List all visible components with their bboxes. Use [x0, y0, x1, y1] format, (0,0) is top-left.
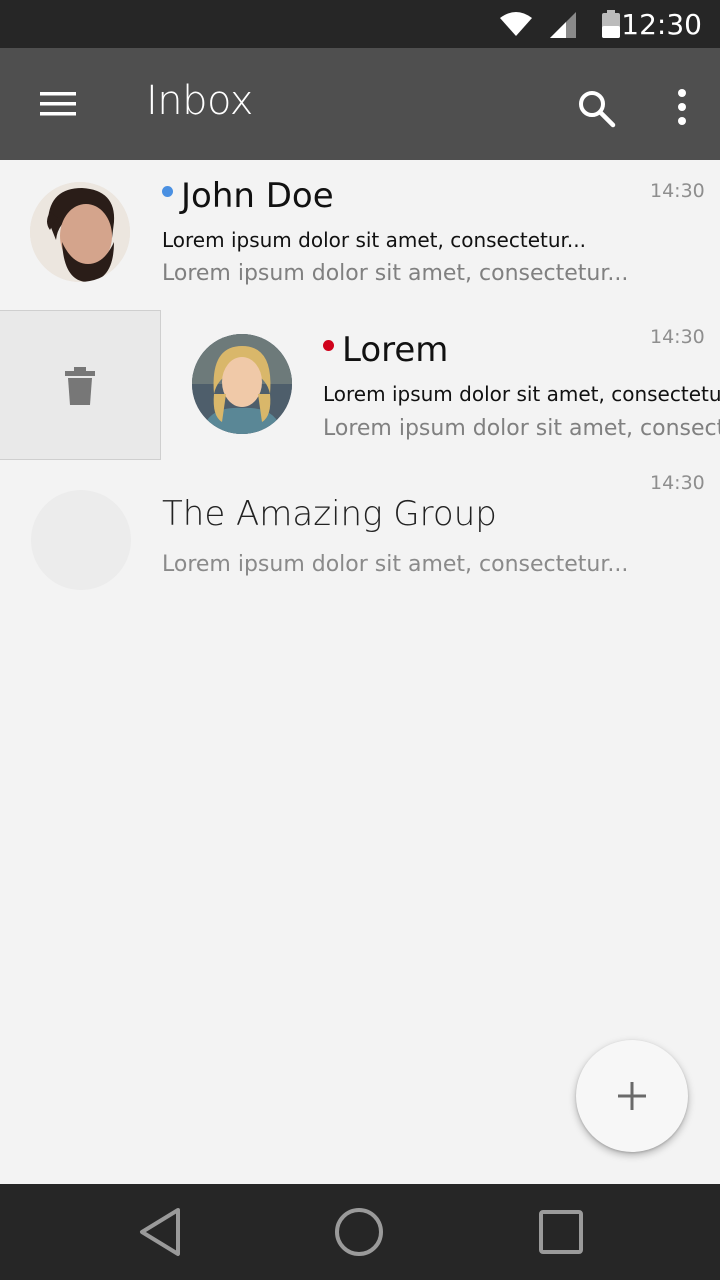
- message-preview: Lorem ipsum dolor sit amet, consectetur.…: [323, 416, 720, 441]
- home-icon: [331, 1208, 387, 1264]
- sender-name: The Amazing Group: [162, 494, 497, 534]
- recents-icon: [533, 1210, 589, 1264]
- wifi-icon: [500, 12, 532, 41]
- message-row-swiped[interactable]: Lorem 14:30 Lorem ipsum dolor sit amet, …: [162, 310, 720, 460]
- message-row[interactable]: John Doe 14:30 Lorem ipsum dolor sit ame…: [0, 160, 720, 310]
- unread-dot: [162, 186, 173, 197]
- trash-icon: [62, 367, 98, 411]
- compose-button[interactable]: [576, 1040, 688, 1152]
- back-button[interactable]: [132, 1204, 188, 1260]
- more-options-button[interactable]: [664, 84, 700, 132]
- status-bar: 12:30: [0, 0, 720, 48]
- back-icon: [132, 1208, 188, 1264]
- message-subject: Lorem ipsum dolor sit amet, consectetur.…: [323, 382, 720, 406]
- signal-icon: [550, 12, 576, 43]
- message-subject: Lorem ipsum dolor sit amet, consectetur.…: [162, 228, 586, 252]
- search-button[interactable]: [572, 84, 620, 132]
- avatar-placeholder: [31, 490, 131, 590]
- unread-dot: [323, 340, 334, 351]
- battery-icon: [602, 10, 620, 43]
- delete-button[interactable]: [62, 365, 98, 407]
- recents-button[interactable]: [533, 1204, 589, 1260]
- message-time: 14:30: [650, 472, 705, 494]
- more-vert-icon: [664, 89, 700, 136]
- search-icon: [572, 91, 620, 136]
- message-preview: Lorem ipsum dolor sit amet, consectetur.…: [162, 261, 629, 286]
- home-button[interactable]: [331, 1204, 387, 1260]
- status-time: 12:30: [621, 8, 702, 41]
- menu-icon: [24, 92, 92, 140]
- avatar: [192, 334, 292, 434]
- message-row[interactable]: The Amazing Group 14:30 Lorem ipsum dolo…: [0, 460, 720, 610]
- avatar: [30, 182, 130, 282]
- sender-name: John Doe: [162, 176, 334, 216]
- menu-button[interactable]: [24, 72, 92, 136]
- sender-name: Lorem: [323, 330, 448, 370]
- app-bar: Inbox: [0, 48, 720, 160]
- navigation-bar: [0, 1184, 720, 1280]
- swipe-delete-panel: [0, 310, 161, 460]
- message-preview: Lorem ipsum dolor sit amet, consectetur.…: [162, 552, 629, 577]
- message-time: 14:30: [650, 180, 705, 202]
- page-title: Inbox: [146, 78, 253, 124]
- message-time: 14:30: [650, 326, 705, 348]
- inbox-screen: 12:30 Inbox John Doe 14:30 Lorem ipsum d…: [0, 0, 720, 1280]
